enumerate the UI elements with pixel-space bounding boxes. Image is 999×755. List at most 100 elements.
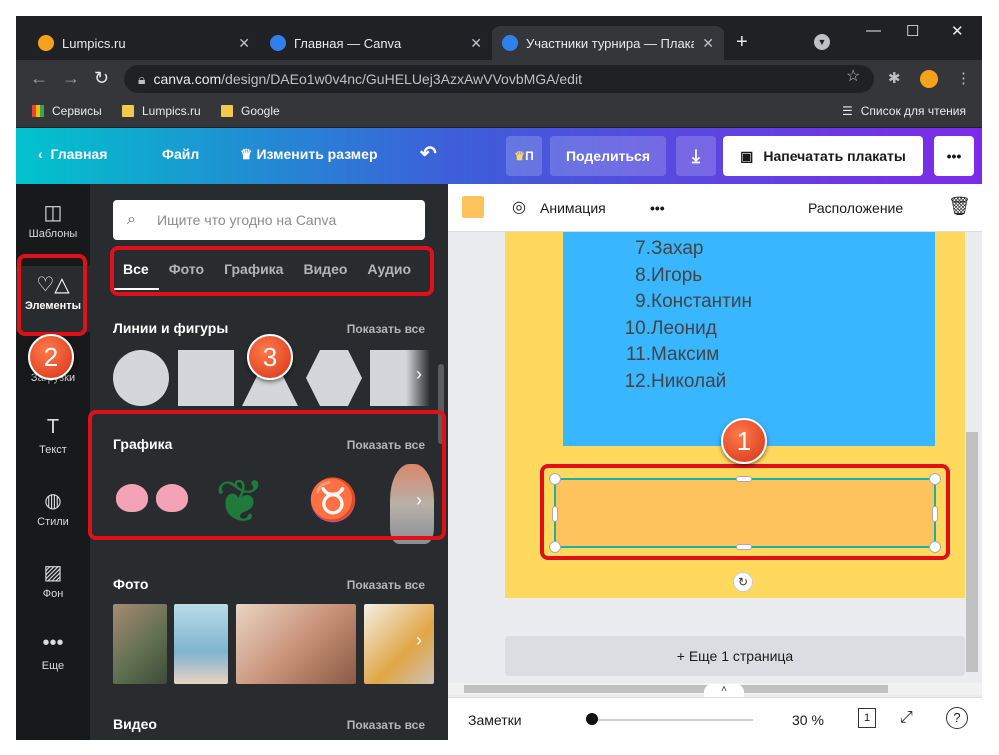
chevron-up-icon[interactable]: ˄ (704, 684, 744, 698)
back-icon[interactable]: ← (30, 68, 48, 89)
participants-box[interactable]: 7.Захар 8.Игорь 9.Константин 10.Леонид 1… (563, 232, 935, 446)
apps-grid-icon (32, 105, 44, 117)
resize-button[interactable]: ♛ Изменить размер (240, 146, 378, 163)
step-badge-2: 2 (28, 334, 74, 380)
circle-shape[interactable] (113, 350, 169, 406)
position-button[interactable]: Расположение (808, 200, 903, 216)
tab-search-icon[interactable]: ▼ (814, 34, 830, 50)
pro-button[interactable]: ♛ П (506, 136, 542, 176)
poster-icon: ▣ (740, 147, 754, 164)
highlight-graphics (88, 410, 446, 540)
list-item: 7.Захар (635, 238, 704, 259)
close-icon[interactable]: ✕ (238, 35, 250, 52)
reading-list-icon: ☰ (842, 104, 853, 118)
window-close-icon[interactable]: ✕ (951, 22, 964, 40)
fullscreen-icon[interactable]: ⤢ (900, 709, 913, 727)
search-icon: ⌕ (127, 211, 136, 228)
highlight-filters (110, 246, 434, 296)
chevron-right-icon[interactable]: › (416, 630, 422, 651)
hexagon-shape[interactable] (306, 350, 362, 406)
zoom-slider-knob[interactable] (586, 713, 598, 725)
show-all-shapes[interactable]: Показать все (347, 322, 425, 336)
add-page-button[interactable]: + Еще 1 страница (505, 636, 965, 676)
tab-canva-design[interactable]: Участники турнира — Плакат ✕ (492, 26, 724, 60)
bottom-bar: Заметки 30 % 1 ⤢ ? (448, 697, 982, 740)
undo-icon[interactable]: ↶ (420, 141, 437, 166)
step-badge-1: 1 (721, 418, 767, 464)
chevron-left-icon: ‹ (38, 146, 51, 162)
background-icon: ▨ (43, 562, 63, 584)
forward-icon[interactable]: → (62, 68, 80, 89)
new-tab-button[interactable]: + (736, 31, 748, 54)
highlight-rectangle (540, 464, 950, 560)
tab-canva-home[interactable]: Главная — Canva ✕ (260, 26, 492, 60)
close-icon[interactable]: ✕ (470, 35, 482, 52)
close-icon[interactable]: ✕ (702, 35, 714, 52)
reload-icon[interactable]: ↻ (94, 68, 109, 89)
bookmark-lumpics[interactable]: Lumpics.ru (122, 104, 201, 118)
sidebar-item-background[interactable]: ▨ Фон (16, 554, 90, 620)
highlight-elements (17, 254, 87, 336)
maximize-icon[interactable]: ☐ (906, 22, 919, 40)
profile-avatar[interactable] (920, 70, 938, 88)
bookmarks-bar: Сервисы Lumpics.ru Google ☰ Список для чт… (16, 98, 982, 128)
step-badge-3: 3 (247, 334, 293, 380)
animation-button[interactable]: Анимация (540, 200, 606, 216)
photo-thumbnail[interactable] (236, 604, 356, 684)
list-item: 8.Игорь (635, 264, 703, 286)
section-title-videos: Видео (113, 716, 157, 732)
minimize-icon[interactable]: — (866, 22, 881, 39)
page-count[interactable]: 1 (858, 708, 876, 728)
file-menu[interactable]: Файл (162, 146, 199, 162)
notes-button[interactable]: Заметки (468, 712, 522, 728)
show-all-videos[interactable]: Показать все (347, 718, 425, 732)
participants-list: 7.Захар 8.Игорь 9.Константин 10.Леонид 1… (563, 236, 752, 395)
list-item: 12.Николай (624, 370, 727, 392)
chevron-right-icon[interactable]: › (416, 364, 422, 385)
share-button[interactable]: Поделиться (550, 136, 666, 176)
square-shape[interactable] (178, 350, 234, 406)
photo-thumbnail[interactable] (174, 604, 228, 684)
color-swatch[interactable] (462, 196, 484, 218)
zoom-slider[interactable] (588, 719, 753, 721)
download-icon[interactable]: ⤓ (676, 136, 716, 176)
rotate-icon[interactable]: ↻ (733, 572, 753, 592)
zoom-level[interactable]: 30 % (792, 712, 824, 728)
section-title-photos: Фото (113, 576, 149, 592)
palette-icon: ◍ (44, 490, 62, 512)
sidebar-item-templates[interactable]: ◫ Шаблоны (16, 194, 90, 260)
photo-thumbnail[interactable] (364, 604, 434, 684)
browser-menu-icon[interactable]: ⋮ (956, 69, 971, 87)
photo-thumbnail[interactable] (113, 604, 167, 684)
sidebar-item-more[interactable]: ••• Еще (16, 626, 90, 692)
orange-circle-icon (38, 35, 54, 51)
bookmark-apps[interactable]: Сервисы (32, 104, 102, 118)
address-bar[interactable]: 🔒︎ canva.com/design/DAEo1w0v4nc/GuHELUej3… (124, 65, 874, 93)
bookmark-star-icon[interactable]: ☆ (846, 66, 860, 86)
sidebar-item-text[interactable]: T Текст (16, 410, 90, 476)
bookmark-google[interactable]: Google (221, 104, 280, 118)
list-item: 11.Максим (625, 344, 720, 365)
tab-lumpics[interactable]: Lumpics.ru ✕ (28, 26, 260, 60)
list-item: 10.Леонид (624, 317, 717, 339)
extensions-icon[interactable]: ✱ (888, 69, 901, 87)
toolbar-more-button[interactable]: ••• (650, 200, 665, 216)
list-item: 9.Константин (635, 291, 752, 312)
canva-icon (502, 35, 518, 51)
search-input[interactable]: ⌕ Ищите что угодно на Canva (113, 200, 425, 240)
sidebar-item-styles[interactable]: ◍ Стили (16, 482, 90, 548)
animation-icon: ◎ (512, 199, 526, 216)
home-link[interactable]: ‹ Главная (38, 146, 107, 162)
folder-icon (221, 105, 233, 117)
canvas-vertical-scrollbar[interactable] (966, 432, 978, 672)
reading-list[interactable]: ☰ Список для чтения (842, 104, 966, 118)
show-all-photos[interactable]: Показать все (347, 578, 425, 592)
help-icon[interactable]: ? (946, 707, 968, 729)
trash-icon[interactable]: 🗑︎ (948, 196, 971, 217)
templates-icon: ◫ (43, 202, 63, 224)
tab-bar: Lumpics.ru ✕ Главная — Canva ✕ Участники… (16, 16, 982, 60)
print-posters-button[interactable]: ▣ Напечатать плакаты (723, 136, 923, 176)
section-title-shapes: Линии и фигуры (113, 320, 229, 336)
folder-icon (122, 105, 134, 117)
more-options-button[interactable]: ••• (934, 136, 974, 176)
